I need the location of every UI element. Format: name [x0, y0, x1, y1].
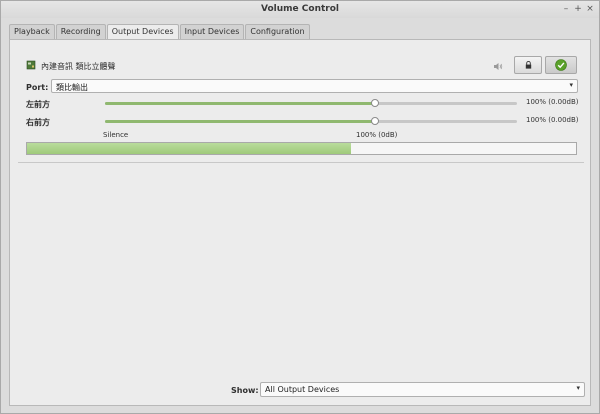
sound-card-icon [26, 60, 36, 70]
channel-label-front-right: 右前方 [26, 118, 50, 127]
titlebar[interactable]: Volume Control – + × [1, 1, 599, 18]
close-button[interactable]: × [584, 3, 596, 15]
device-name: 內建音訊 類比立體聲 [41, 62, 116, 71]
tab-configuration[interactable]: Configuration [245, 24, 310, 39]
divider [18, 162, 584, 163]
peak-level-meter [26, 142, 577, 155]
slider-knob[interactable] [370, 99, 379, 107]
channel-value-front-left: 100% (0.00dB) [526, 98, 579, 106]
tab-recording[interactable]: Recording [55, 24, 106, 39]
port-select-value: 類比輸出 [56, 83, 88, 92]
scale-label-silence: Silence [103, 131, 129, 139]
minimize-button[interactable]: – [560, 3, 572, 15]
tab-playback[interactable]: Playback [9, 24, 55, 39]
channel-label-front-left: 左前方 [26, 100, 50, 109]
slider-front-right[interactable] [105, 117, 517, 125]
tab-input-devices[interactable]: Input Devices [179, 24, 245, 39]
set-default-button[interactable] [545, 56, 577, 74]
lock-icon [525, 60, 532, 69]
scale-label-100: 100% (0dB) [356, 131, 398, 139]
chevron-down-icon: ▾ [576, 384, 580, 392]
lock-channels-button[interactable] [514, 56, 542, 74]
chevron-down-icon: ▾ [569, 81, 573, 89]
maximize-button[interactable]: + [572, 3, 584, 15]
window-title: Volume Control [261, 4, 339, 14]
output-devices-panel: 內建音訊 類比立體聲 Port: 類比輸出 ▾ 左前方 100% (0.00dB… [9, 39, 591, 406]
peak-level-fill [27, 143, 351, 154]
show-select[interactable]: All Output Devices ▾ [260, 382, 585, 397]
checkmark-icon [555, 59, 567, 71]
show-label: Show: [231, 386, 259, 395]
speaker-icon [494, 63, 503, 70]
slider-fill [105, 120, 375, 123]
channel-value-front-right: 100% (0.00dB) [526, 116, 579, 124]
volume-control-window: Volume Control – + × Playback Recording … [0, 0, 600, 414]
tab-output-devices[interactable]: Output Devices [106, 24, 179, 40]
port-select[interactable]: 類比輸出 ▾ [51, 79, 578, 93]
show-select-value: All Output Devices [265, 385, 340, 394]
slider-front-left[interactable] [105, 99, 517, 107]
tab-bar: Playback Recording Output Devices Input … [9, 24, 311, 40]
port-label: Port: [26, 83, 49, 92]
slider-knob[interactable] [370, 117, 379, 125]
slider-fill [105, 102, 375, 105]
